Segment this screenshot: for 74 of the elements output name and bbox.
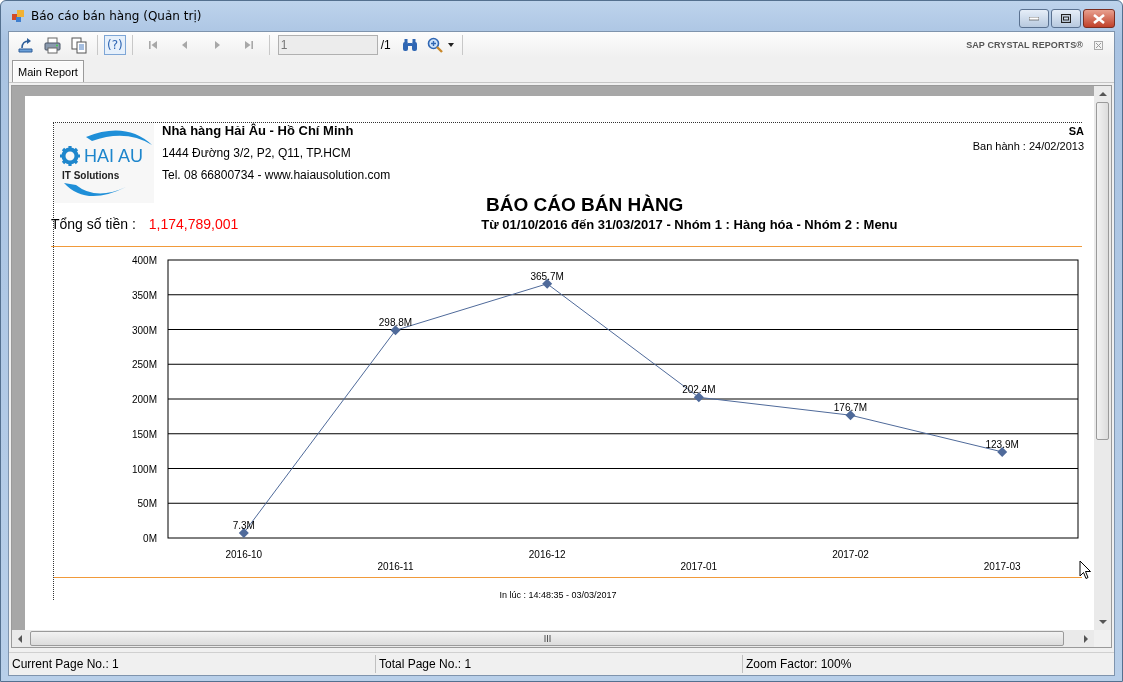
status-text: Total Page No.: 1 bbox=[376, 655, 743, 673]
status-text: Zoom Factor: 100% bbox=[745, 656, 853, 673]
data-label: 123.9M bbox=[985, 438, 1019, 450]
data-point-marker bbox=[997, 446, 1008, 457]
copy-icon bbox=[71, 36, 88, 54]
printed-time: In lúc : 14:48:35 - 03/03/2017 bbox=[498, 590, 618, 600]
status-text: Current Page No.: 1 bbox=[9, 655, 376, 673]
scroll-down-arrow-icon[interactable] bbox=[1098, 620, 1107, 624]
gear-icon bbox=[60, 146, 80, 166]
data-point-marker bbox=[542, 278, 553, 289]
scroll-left-arrow-icon[interactable] bbox=[18, 634, 22, 643]
page-total: /1 bbox=[380, 38, 391, 52]
logo-name: HAI AU bbox=[84, 145, 144, 167]
y-axis-label: 200M bbox=[132, 394, 157, 405]
company-name: Nhà hàng Hải Âu - Hồ Chí Minh bbox=[162, 123, 355, 138]
skip-arrow-icon bbox=[242, 39, 255, 51]
x-axis-label: 2017-02 bbox=[832, 549, 869, 560]
help-button[interactable]: (?) bbox=[104, 35, 126, 55]
vertical-scrollbar[interactable] bbox=[1094, 86, 1111, 630]
y-axis-label: 100M bbox=[132, 463, 157, 475]
skip-arrow-icon bbox=[146, 39, 159, 51]
report-subtitle: Từ 01/10/2016 đến 31/03/2017 - Nhóm 1 : Hàng hóa - Nhóm 2 : Menu bbox=[481, 217, 898, 232]
horizontal-scrollbar[interactable] bbox=[12, 630, 1094, 647]
scroll-right-arrow-icon[interactable] bbox=[1084, 634, 1088, 643]
total-label: Tổng số tiền : bbox=[51, 216, 136, 232]
y-axis-label: 0M bbox=[143, 533, 157, 544]
maximize-button[interactable] bbox=[1051, 9, 1081, 28]
magnifier-icon bbox=[426, 37, 443, 53]
y-axis-label: 250M bbox=[132, 359, 157, 371]
data-point-marker bbox=[238, 527, 249, 538]
data-label: 365.7M bbox=[530, 270, 564, 282]
company-contact: Tel. 08 66800734 - www.haiausolution.com bbox=[162, 168, 392, 182]
export-icon bbox=[17, 36, 34, 54]
data-point-marker bbox=[693, 392, 704, 403]
x-axis-label: 2017-03 bbox=[983, 561, 1021, 572]
data-label: 176.7M bbox=[833, 402, 868, 414]
grip-icon bbox=[543, 635, 551, 642]
scrollbar-thumb[interactable] bbox=[30, 631, 1064, 646]
y-axis-label: 50M bbox=[137, 498, 157, 510]
report-tab[interactable]: Main Report bbox=[12, 60, 84, 82]
y-axis-label: 300M bbox=[132, 324, 157, 336]
x-axis-label: 2016-11 bbox=[377, 561, 414, 572]
close-icon bbox=[1094, 40, 1103, 50]
company-address: 1444 Đường 3/2, P2, Q11, TP.HCM bbox=[162, 146, 352, 160]
total-value: 1,174,789,001 bbox=[148, 216, 239, 232]
issue-date: Ban hành : 24/02/2013 bbox=[972, 140, 1084, 152]
page-number-field[interactable]: 1 bbox=[277, 35, 378, 55]
scroll-up-arrow-icon[interactable] bbox=[1098, 92, 1107, 96]
brand-label: SAP CRYSTAL REPORTS® bbox=[966, 40, 1083, 50]
data-label: 7.3M bbox=[232, 519, 255, 531]
y-axis-label: 150M bbox=[132, 428, 157, 440]
printer-icon bbox=[44, 36, 61, 54]
restore-icon bbox=[1061, 14, 1071, 23]
y-axis-label: 400M bbox=[132, 255, 157, 266]
close-icon bbox=[1093, 13, 1105, 24]
window-title: Báo cáo bán hàng (Quản trị) bbox=[31, 9, 202, 23]
minimize-icon bbox=[1029, 16, 1039, 21]
data-label: 202.4M bbox=[682, 384, 716, 396]
data-point-marker bbox=[390, 325, 401, 336]
scrollbar-thumb[interactable] bbox=[1096, 102, 1109, 440]
app-icon bbox=[11, 9, 25, 23]
data-label: 298.8M bbox=[378, 317, 413, 329]
caret-icon bbox=[447, 43, 454, 47]
binoculars-icon bbox=[401, 38, 418, 52]
x-axis-label: 2016-12 bbox=[528, 549, 566, 560]
x-axis-label: 2016-10 bbox=[225, 549, 263, 560]
y-axis-label: 350M bbox=[132, 289, 157, 301]
report-code: SA bbox=[1067, 125, 1084, 137]
x-axis-label: 2017-01 bbox=[680, 561, 718, 572]
close-button[interactable] bbox=[1083, 9, 1115, 28]
data-point-marker bbox=[845, 410, 856, 421]
minimize-button[interactable] bbox=[1019, 9, 1049, 28]
report-title: BÁO CÁO BÁN HÀNG bbox=[486, 194, 685, 216]
logo-tagline: IT Solutions bbox=[61, 169, 121, 181]
